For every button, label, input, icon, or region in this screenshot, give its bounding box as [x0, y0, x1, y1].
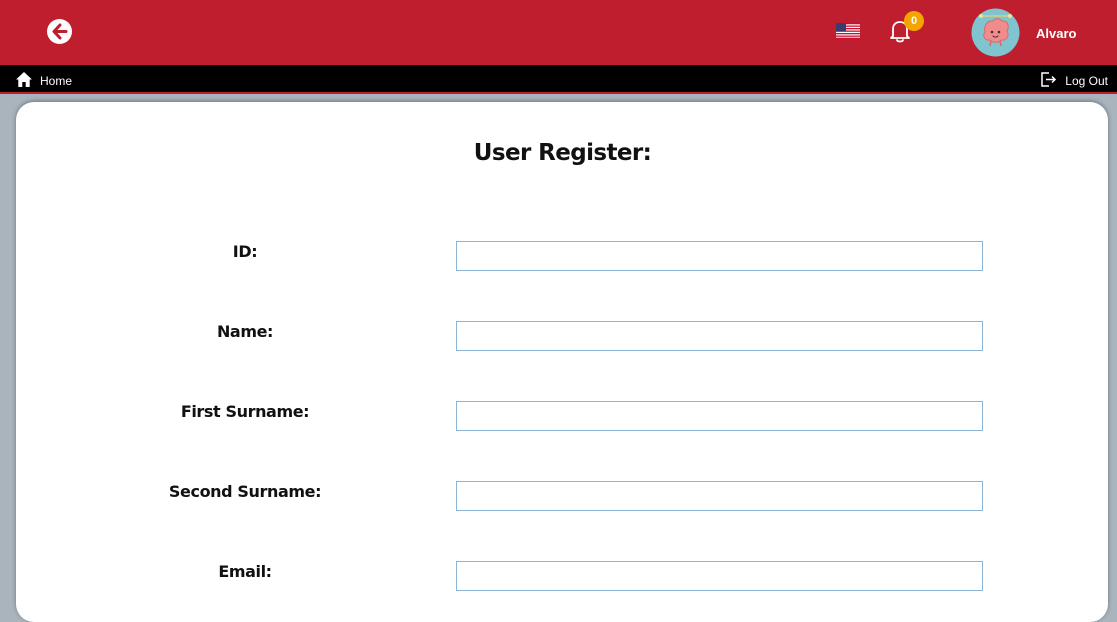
id-label: ID:	[232, 242, 258, 261]
email-field[interactable]	[456, 561, 983, 591]
page-title: User Register:	[473, 140, 652, 166]
arrow-left-icon	[52, 23, 68, 40]
app-header: 0 Alvaro	[0, 0, 1117, 65]
logout-icon	[1041, 72, 1057, 87]
user-name[interactable]: Alvaro	[1036, 26, 1076, 41]
avatar[interactable]	[971, 8, 1020, 57]
id-field[interactable]	[456, 241, 983, 271]
logout-link[interactable]: Log Out	[1040, 68, 1108, 88]
nav-bar: Home Log Out	[0, 65, 1117, 94]
us-flag-icon[interactable]	[836, 23, 860, 39]
second-surname-label: Second Surname:	[168, 482, 322, 501]
back-button[interactable]	[47, 19, 72, 44]
notification-count-badge: 0	[904, 11, 924, 31]
email-label: Email:	[218, 562, 272, 581]
name-field[interactable]	[456, 321, 983, 351]
name-label: Name:	[216, 322, 274, 341]
logout-label: Log Out	[1065, 74, 1108, 88]
home-link[interactable]: Home	[15, 68, 72, 88]
register-card	[16, 102, 1108, 622]
home-label: Home	[40, 74, 73, 88]
first-surname-field[interactable]	[456, 401, 983, 431]
home-icon	[16, 72, 32, 87]
second-surname-field[interactable]	[456, 481, 983, 511]
first-surname-label: First Surname:	[180, 402, 310, 421]
